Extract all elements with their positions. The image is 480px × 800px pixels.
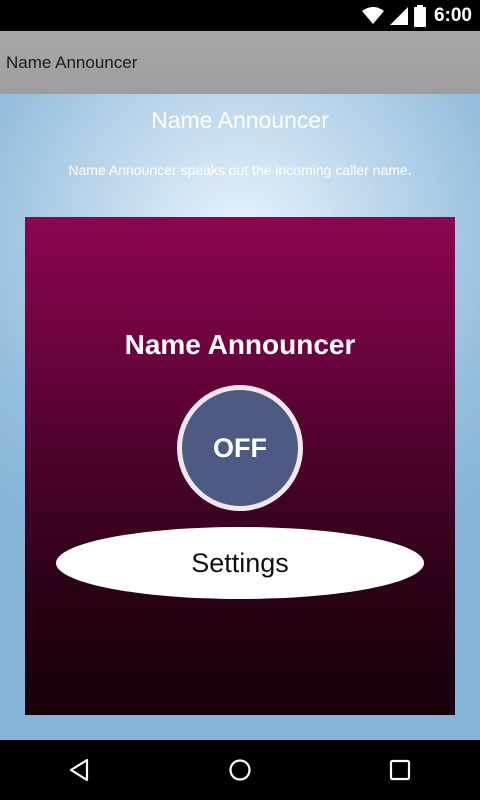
announcer-panel: Name Announcer OFF Settings xyxy=(25,217,455,715)
signal-icon xyxy=(389,6,408,25)
status-bar: 6:00 xyxy=(0,0,480,31)
power-toggle-button[interactable]: OFF xyxy=(177,385,303,511)
page-description: Name Announcer speaks out the incoming c… xyxy=(68,162,412,178)
main-content: Name Announcer Name Announcer speaks out… xyxy=(0,94,480,740)
wifi-icon xyxy=(361,6,384,25)
page-heading: Name Announcer xyxy=(151,107,329,133)
back-icon[interactable] xyxy=(50,740,110,800)
app-title: Name Announcer xyxy=(6,52,138,72)
recents-icon[interactable] xyxy=(370,740,430,800)
panel-title: Name Announcer xyxy=(124,329,356,360)
battery-icon xyxy=(413,4,426,27)
settings-label: Settings xyxy=(191,547,289,578)
home-icon[interactable] xyxy=(210,740,270,800)
action-bar: Name Announcer xyxy=(0,31,480,94)
settings-button[interactable]: Settings xyxy=(56,527,424,599)
navigation-bar xyxy=(0,740,480,800)
toggle-label: OFF xyxy=(213,432,267,463)
status-clock: 6:00 xyxy=(433,4,472,26)
